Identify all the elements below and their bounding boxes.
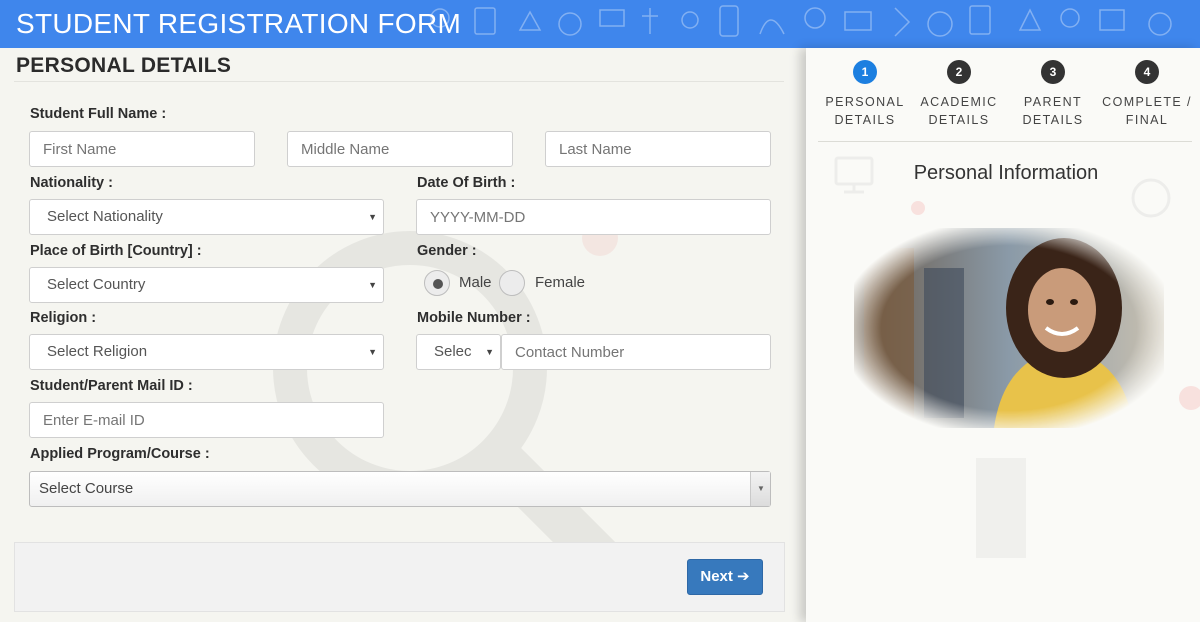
email-input[interactable] [29, 402, 384, 438]
section-divider [14, 81, 784, 82]
page-title: STUDENT REGISTRATION FORM [16, 8, 462, 39]
last-name-input[interactable] [545, 131, 771, 167]
form-panel: PERSONAL DETAILS Student Full Name : Nat… [0, 48, 806, 622]
step-parent-details[interactable]: 3 PARENT DETAILS [1003, 60, 1103, 129]
mobile-label: Mobile Number : [417, 310, 531, 326]
magnifier-watermark-icon [273, 220, 652, 598]
pob-label: Place of Birth [Country] : [30, 243, 202, 259]
step-label: PERSONAL DETAILS [825, 95, 905, 127]
gender-female-radio[interactable] [499, 270, 525, 296]
step-complete-final[interactable]: 4 COMPLETE / FINAL [1097, 60, 1197, 129]
step-number: 3 [1041, 60, 1065, 84]
steps-panel: 1 PERSONAL DETAILS 2 ACADEMIC DETAILS 3 PA… [806, 48, 1200, 622]
country-select-value: Select Country [47, 276, 146, 293]
step-label: ACADEMIC DETAILS [920, 95, 998, 127]
middle-name-input[interactable] [287, 131, 513, 167]
header-pattern-icons [430, 5, 1172, 37]
mail-label: Student/Parent Mail ID : [30, 378, 193, 394]
religion-select-value: Select Religion [47, 343, 148, 360]
next-button-label: Next [700, 568, 733, 585]
step-personal-details[interactable]: 1 PERSONAL DETAILS [815, 60, 915, 129]
page-header: STUDENT REGISTRATION FORM [0, 0, 1200, 48]
gender-female-label: Female [535, 274, 586, 291]
course-dropdown-button[interactable]: ▼ [750, 472, 770, 506]
step-number: 2 [947, 60, 971, 84]
full-name-label: Student Full Name : [30, 106, 167, 122]
next-button[interactable]: Next ➔ [687, 559, 763, 595]
course-select-value: Select Course [39, 480, 134, 497]
dob-label: Date Of Birth : [417, 175, 516, 191]
religion-select[interactable]: Select Religion ▼ [29, 334, 384, 370]
dob-input[interactable] [416, 199, 771, 235]
form-footer: Next ➔ [14, 542, 785, 612]
step-label: COMPLETE / FINAL [1102, 95, 1192, 127]
personal-information-title: Personal Information [913, 162, 1099, 184]
first-name-input[interactable] [29, 131, 255, 167]
gender-male-radio[interactable] [424, 270, 450, 296]
nationality-select[interactable]: Select Nationality ▼ [29, 199, 384, 235]
steps-divider [818, 141, 1192, 142]
gender-label: Gender : [417, 243, 477, 259]
chevron-down-icon: ▼ [368, 280, 377, 290]
step-number: 4 [1135, 60, 1159, 84]
student-photo [854, 228, 1164, 428]
course-select[interactable]: Select Course ▼ [29, 471, 771, 507]
country-select[interactable]: Select Country ▼ [29, 267, 384, 303]
arrow-right-icon: ➔ [737, 568, 750, 585]
chevron-down-icon: ▼ [368, 347, 377, 357]
section-title: PERSONAL DETAILS [16, 54, 232, 77]
step-academic-details[interactable]: 2 ACADEMIC DETAILS [909, 60, 1009, 129]
step-label: PARENT DETAILS [1022, 95, 1084, 127]
chevron-down-icon: ▼ [485, 347, 494, 357]
nationality-select-value: Select Nationality [47, 208, 163, 225]
step-number: 1 [853, 60, 877, 84]
religion-label: Religion : [30, 310, 97, 326]
chevron-down-icon: ▼ [368, 212, 377, 222]
course-label: Applied Program/Course : [30, 446, 210, 462]
chevron-down-icon: ▼ [757, 484, 765, 493]
country-code-value: Selec [434, 343, 472, 360]
radio-selected-dot [433, 279, 443, 289]
country-code-select[interactable]: Selec ▼ [416, 334, 501, 370]
nationality-label: Nationality : [30, 175, 113, 191]
contact-number-input[interactable] [501, 334, 771, 370]
gender-male-label: Male [459, 274, 492, 291]
